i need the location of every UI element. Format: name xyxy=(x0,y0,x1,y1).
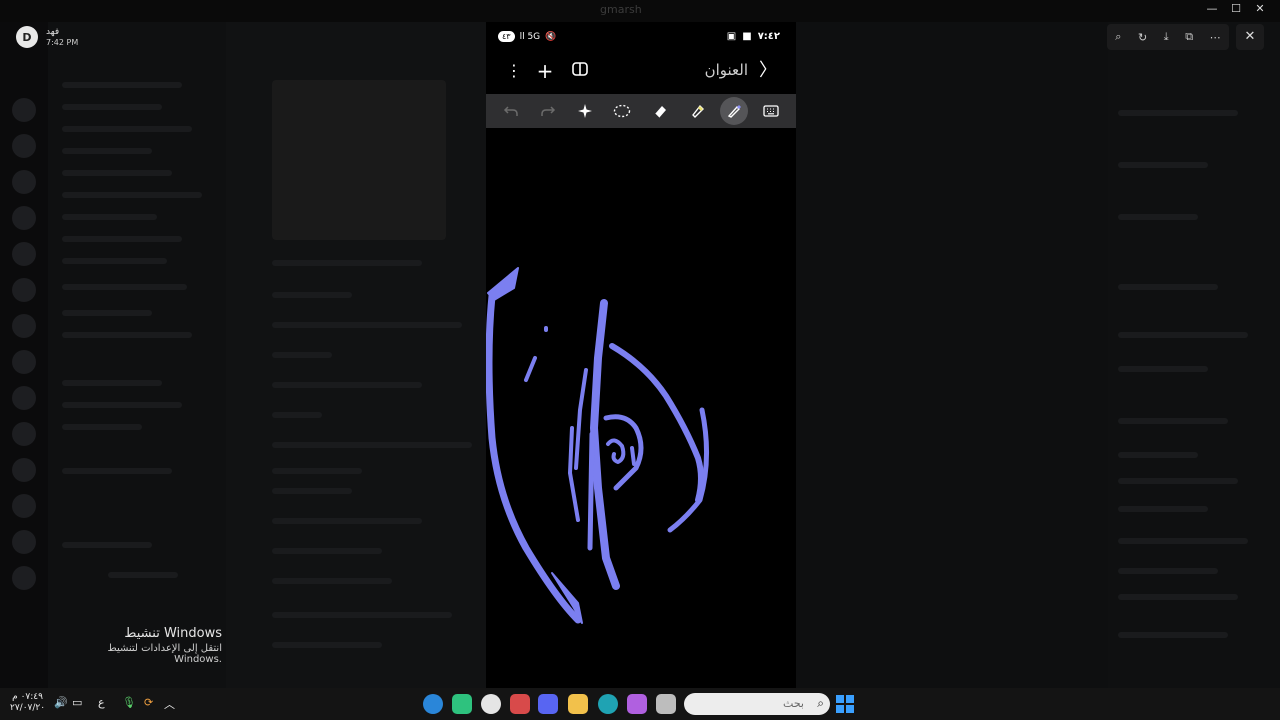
ink-stroke xyxy=(606,438,626,464)
mirror-tools: ⌕ ↻ ⤓ ⧉ ⋯ xyxy=(1107,24,1229,50)
copilot-icon[interactable] xyxy=(627,694,647,714)
window-titlebar: gmarsh — ☐ ✕ xyxy=(0,0,1280,22)
note-app-bar: ⋮ + العنوان 〉 xyxy=(486,54,796,88)
mirror-close-button[interactable]: ✕ xyxy=(1236,24,1264,50)
mute-icon: 🔇 xyxy=(545,31,557,42)
language-indicator[interactable]: ع xyxy=(98,696,105,709)
game-app-icon[interactable] xyxy=(510,694,530,714)
download-icon[interactable]: ⤓ xyxy=(1164,30,1169,44)
server-icon[interactable] xyxy=(12,530,36,554)
ink-stroke xyxy=(630,446,636,466)
server-icon[interactable] xyxy=(12,350,36,374)
keyboard-icon[interactable] xyxy=(757,97,785,125)
screen-record-icon: ▣ xyxy=(726,31,737,42)
server-icon[interactable] xyxy=(12,422,36,446)
ink-stroke xyxy=(486,292,582,624)
server-icon[interactable] xyxy=(12,206,36,230)
sync-icon[interactable]: ⟳ xyxy=(144,696,153,709)
avatar: D xyxy=(16,26,38,48)
activate-title: تنشيط Windows xyxy=(124,626,222,641)
server-sidebar xyxy=(0,22,48,688)
window-controls: — ☐ ✕ xyxy=(1200,2,1272,15)
server-icon[interactable] xyxy=(12,98,36,122)
server-icon[interactable] xyxy=(12,314,36,338)
drawing-toolbar xyxy=(486,94,796,128)
phone-clock: ٧:٤٢ xyxy=(757,31,780,42)
more-icon[interactable]: ⋮ xyxy=(503,60,525,82)
taskbar-clock[interactable]: ٠٧:٤٩ م ٢٧/٠٧/٢٠ xyxy=(10,692,45,714)
drawing-canvas[interactable] xyxy=(486,128,796,688)
user-time: 7:42 PM xyxy=(46,38,79,47)
server-icon[interactable] xyxy=(12,386,36,410)
ink-stroke xyxy=(587,431,595,551)
taskbar-search[interactable]: بحث ⌕ xyxy=(684,693,830,715)
server-icon[interactable] xyxy=(12,242,36,266)
server-icon[interactable] xyxy=(12,494,36,518)
ink-stroke xyxy=(574,368,588,470)
phone-mirror-window: ٤٣ ll 5G 🔇 ▣ ■ ٧:٤٢ ⋮ + العنوان 〉 xyxy=(486,22,796,688)
window-caption: gmarsh xyxy=(600,3,642,16)
phone-status-bar: ٤٣ ll 5G 🔇 ▣ ■ ٧:٤٢ xyxy=(486,22,796,54)
activate-windows-watermark: تنشيط Windows انتقل إلى الإعدادات لتنشيط… xyxy=(62,626,222,665)
ink-stroke xyxy=(524,356,537,382)
browser-app-icon[interactable] xyxy=(423,694,443,714)
channel-list xyxy=(48,22,226,688)
search-placeholder: بحث xyxy=(783,697,804,710)
server-icon[interactable] xyxy=(12,566,36,590)
split-view-icon[interactable] xyxy=(569,60,591,82)
redo-icon[interactable] xyxy=(534,97,562,125)
volume-icon[interactable]: 🔊 xyxy=(54,696,68,709)
open-external-icon[interactable]: ⧉ xyxy=(1185,30,1193,44)
signal-icons: ll 5G xyxy=(519,31,541,42)
discord-app-icon[interactable] xyxy=(538,694,558,714)
network-icon[interactable]: ▭ xyxy=(72,696,82,709)
settings-app-icon[interactable] xyxy=(481,694,501,714)
server-icon[interactable] xyxy=(12,458,36,482)
search-icon: ⌕ xyxy=(817,696,824,710)
undo-icon[interactable] xyxy=(497,97,525,125)
eraser-icon[interactable] xyxy=(646,97,674,125)
activate-subtitle: انتقل إلى الإعدادات لتنشيط Windows. xyxy=(107,643,222,665)
more-horizontal-icon[interactable]: ⋯ xyxy=(1210,31,1221,44)
file-explorer-icon[interactable] xyxy=(568,694,588,714)
zoom-icon[interactable]: ⌕ xyxy=(1115,30,1121,44)
start-icon[interactable] xyxy=(836,695,854,713)
server-icon[interactable] xyxy=(12,170,36,194)
microphone-icon[interactable]: 🎙 xyxy=(122,696,136,709)
close-window-button[interactable]: ✕ xyxy=(1248,2,1272,15)
server-icon[interactable] xyxy=(12,278,36,302)
chat-image-preview xyxy=(272,80,446,240)
pen-icon[interactable] xyxy=(720,97,749,125)
server-icon[interactable] xyxy=(12,134,36,158)
edge-icon[interactable] xyxy=(598,694,618,714)
minimize-button[interactable]: — xyxy=(1200,2,1224,15)
taskbar: ٠٧:٤٩ م ٢٧/٠٧/٢٠ 🔊 ▭ ع 🎙 ⟳ ︿ بحث ⌕ xyxy=(0,688,1280,720)
rotate-icon[interactable]: ↻ xyxy=(1138,31,1147,44)
phone-link-app-icon[interactable] xyxy=(452,694,472,714)
clock-date: ٢٧/٠٧/٢٠ xyxy=(10,703,46,713)
lasso-icon[interactable] xyxy=(608,97,636,125)
note-title[interactable]: العنوان xyxy=(705,61,748,79)
right-panel xyxy=(1108,22,1280,688)
sparkle-icon[interactable] xyxy=(571,97,599,125)
user-name: فهد xyxy=(46,27,60,37)
clock-time: ٠٧:٤٩ م xyxy=(12,692,43,702)
maximize-button[interactable]: ☐ xyxy=(1224,2,1248,15)
lock-icon: ■ xyxy=(742,31,752,42)
task-view-icon[interactable] xyxy=(656,694,676,714)
back-chevron-icon[interactable]: 〉 xyxy=(757,60,779,82)
battery-pill: ٤٣ xyxy=(498,31,515,42)
user-badge[interactable]: D فهد 7:42 PM xyxy=(16,26,78,48)
chevron-up-icon[interactable]: ︿ xyxy=(164,696,175,712)
add-icon[interactable]: + xyxy=(534,60,556,82)
highlighter-icon[interactable] xyxy=(683,97,711,125)
